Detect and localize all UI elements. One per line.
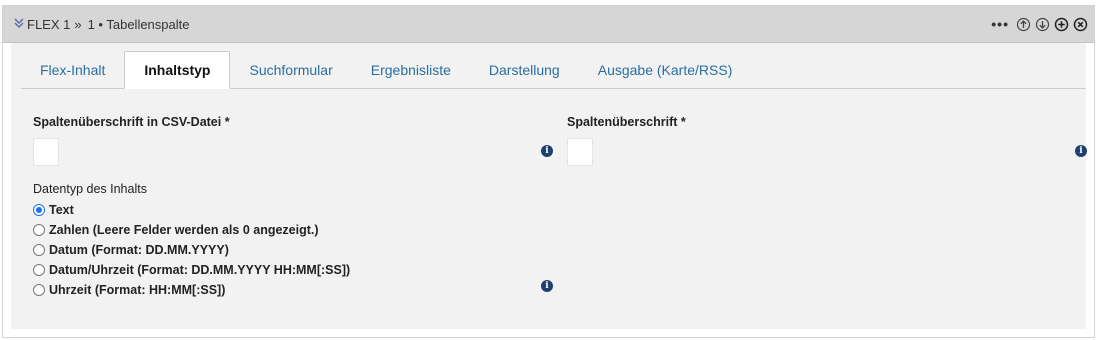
info-icon[interactable]: i [1075,145,1087,157]
radio-option-datum-uhrzeit[interactable]: Datum/Uhrzeit (Format: DD.MM.YYYY HH:MM[… [33,263,350,277]
radio-option-label: Uhrzeit (Format: HH:MM[:SS]) [49,283,226,297]
panel-title-area: FLEX 1 » 1 • Tabellenspalte [13,6,189,42]
radio-option-label: Zahlen (Leere Felder werden als 0 angeze… [49,223,319,237]
tab-darstellung[interactable]: Darstellung [470,52,579,88]
radio-option-label: Datum (Format: DD.MM.YYYY) [49,243,229,257]
radio-button[interactable] [33,224,45,236]
double-chevron-down-icon[interactable] [13,17,25,32]
datatype-label: Datentyp des Inhalts [33,182,147,196]
csv-heading-input[interactable] [33,138,59,166]
tab-bar: Flex-Inhalt Inhaltstyp Suchformular Erge… [21,51,1086,89]
radio-button[interactable] [33,284,45,296]
radio-button[interactable] [33,244,45,256]
radio-option-label: Datum/Uhrzeit (Format: DD.MM.YYYY HH:MM[… [49,263,351,277]
more-options-icon[interactable]: ••• [991,17,1009,31]
tab-flex-inhalt[interactable]: Flex-Inhalt [21,52,124,88]
radio-option-uhrzeit[interactable]: Uhrzeit (Format: HH:MM[:SS]) [33,283,225,297]
tab-container: Flex-Inhalt Inhaltstyp Suchformular Erge… [11,43,1087,329]
tab-content: Spaltenüberschrift in CSV-Datei * i Spal… [19,89,1087,329]
tab-suchformular[interactable]: Suchformular [230,52,351,88]
move-down-icon[interactable] [1035,17,1050,32]
tab-ergebnisliste[interactable]: Ergebnisliste [352,52,470,88]
panel-title: 1 • Tabellenspalte [87,16,190,32]
breadcrumb-separator: » [74,16,82,32]
radio-button[interactable] [33,264,45,276]
flex-label: FLEX 1 [27,16,71,32]
csv-heading-label: Spaltenüberschrift in CSV-Datei * [33,115,230,129]
info-icon[interactable]: i [541,280,553,292]
heading-label: Spaltenüberschrift * [567,115,686,129]
radio-option-label: Text [49,203,74,217]
radio-option-text[interactable]: Text [33,203,74,217]
radio-button-checked[interactable] [33,204,45,216]
panel-header: FLEX 1 » 1 • Tabellenspalte ••• [3,6,1094,43]
tab-inhaltstyp[interactable]: Inhaltstyp [124,51,231,89]
move-up-icon[interactable] [1016,17,1031,32]
flex-panel: FLEX 1 » 1 • Tabellenspalte ••• Flex-Inh… [2,5,1095,338]
radio-option-zahlen[interactable]: Zahlen (Leere Felder werden als 0 angeze… [33,223,319,237]
tab-ausgabe[interactable]: Ausgabe (Karte/RSS) [579,52,752,88]
panel-controls: ••• [991,6,1088,42]
close-icon[interactable] [1073,17,1088,32]
add-icon[interactable] [1054,17,1069,32]
heading-input[interactable] [567,138,593,166]
info-icon[interactable]: i [541,145,553,157]
radio-option-datum[interactable]: Datum (Format: DD.MM.YYYY) [33,243,229,257]
